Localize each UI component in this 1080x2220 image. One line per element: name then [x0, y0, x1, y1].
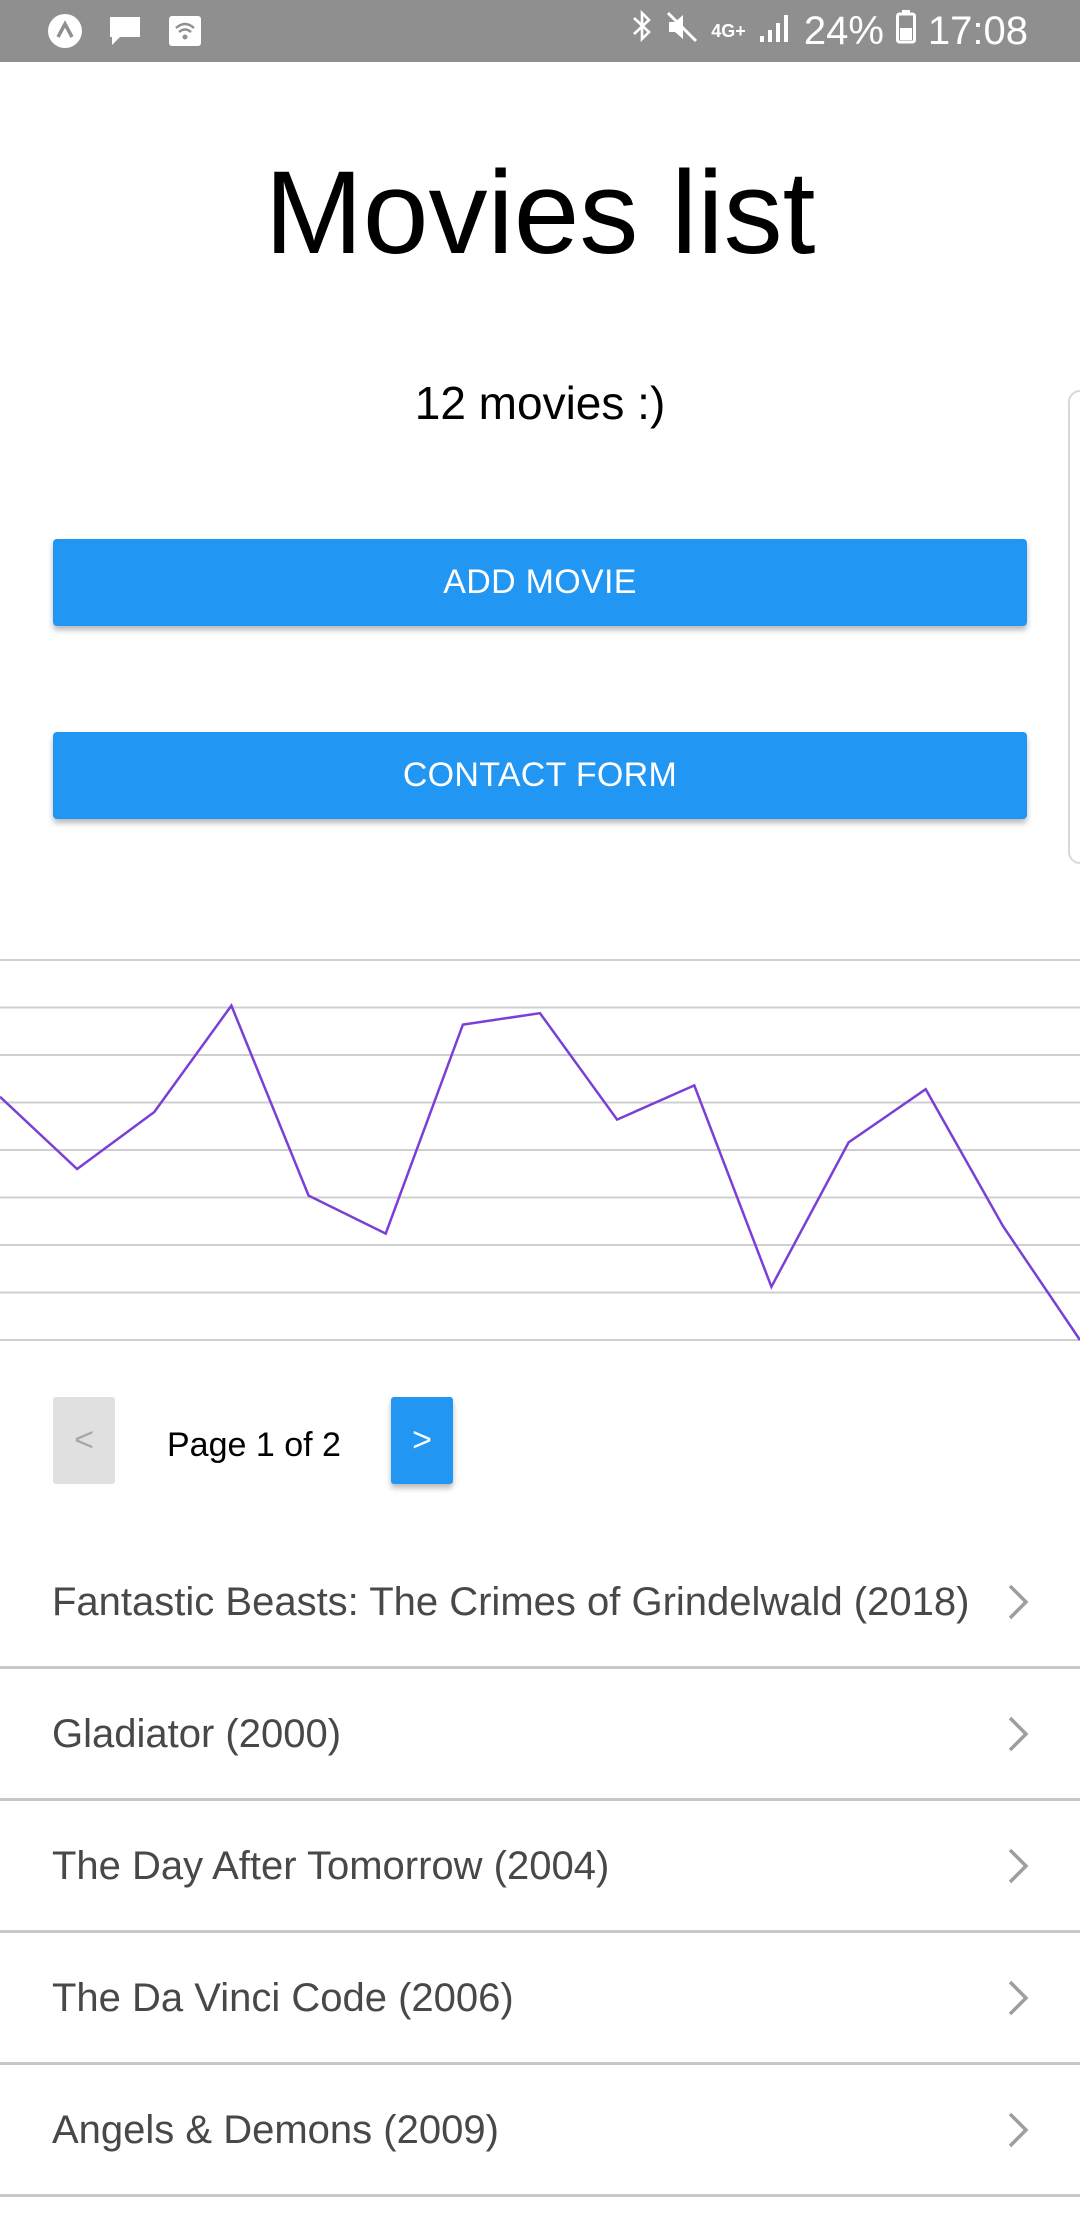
- movie-list-item[interactable]: Fantastic Beasts: The Crimes of Grindelw…: [0, 1537, 1080, 1669]
- signal-icon: [758, 6, 792, 56]
- prev-page-button[interactable]: <: [53, 1397, 115, 1484]
- movie-list: Fantastic Beasts: The Crimes of Grindelw…: [0, 1537, 1080, 2197]
- bluetooth-icon: [631, 6, 653, 56]
- side-drawer-handle[interactable]: [1068, 390, 1080, 864]
- chevron-right-icon: [1008, 1980, 1029, 2015]
- movie-title: Gladiator (2000): [52, 1711, 342, 1756]
- app-icon: [46, 12, 84, 50]
- status-bar-left: [46, 12, 204, 50]
- mute-icon: [665, 6, 699, 56]
- wifi-icon: [166, 12, 204, 50]
- movie-list-item[interactable]: Angels & Demons (2009): [0, 2065, 1080, 2197]
- movie-list-item[interactable]: The Da Vinci Code (2006): [0, 1933, 1080, 2065]
- chevron-right-icon: [1008, 1848, 1029, 1883]
- message-icon: [106, 12, 144, 50]
- clock: 17:08: [927, 9, 1028, 53]
- movie-title: The Day After Tomorrow (2004): [52, 1843, 610, 1888]
- movie-title: Angels & Demons (2009): [52, 2107, 499, 2152]
- line-chart: [0, 959, 1080, 1341]
- movie-list-item[interactable]: The Day After Tomorrow (2004): [0, 1801, 1080, 1933]
- chevron-right-icon: [1008, 2112, 1029, 2147]
- battery-icon: [895, 6, 916, 56]
- movie-count: 12 movies :): [414, 377, 666, 429]
- movie-title: Fantastic Beasts: The Crimes of Grindelw…: [52, 1579, 970, 1624]
- movie-title: The Da Vinci Code (2006): [52, 1975, 514, 2020]
- add-movie-button[interactable]: ADD MOVIE: [53, 539, 1027, 626]
- chevron-right-icon: [1008, 1716, 1029, 1751]
- status-bar-right: 4G+ 24% 17:08: [631, 6, 1028, 56]
- next-page-button[interactable]: >: [391, 1397, 453, 1484]
- page-title: Movies list: [264, 147, 816, 279]
- battery-percent: 24%: [803, 9, 884, 53]
- status-bar: 4G+ 24% 17:08: [0, 0, 1080, 62]
- page-indicator: Page 1 of 2: [167, 1426, 341, 1464]
- movie-list-item[interactable]: Gladiator (2000): [0, 1669, 1080, 1801]
- contact-form-button[interactable]: CONTACT FORM: [53, 732, 1027, 819]
- network-type: 4G+: [711, 21, 746, 41]
- chevron-right-icon: [1008, 1584, 1029, 1619]
